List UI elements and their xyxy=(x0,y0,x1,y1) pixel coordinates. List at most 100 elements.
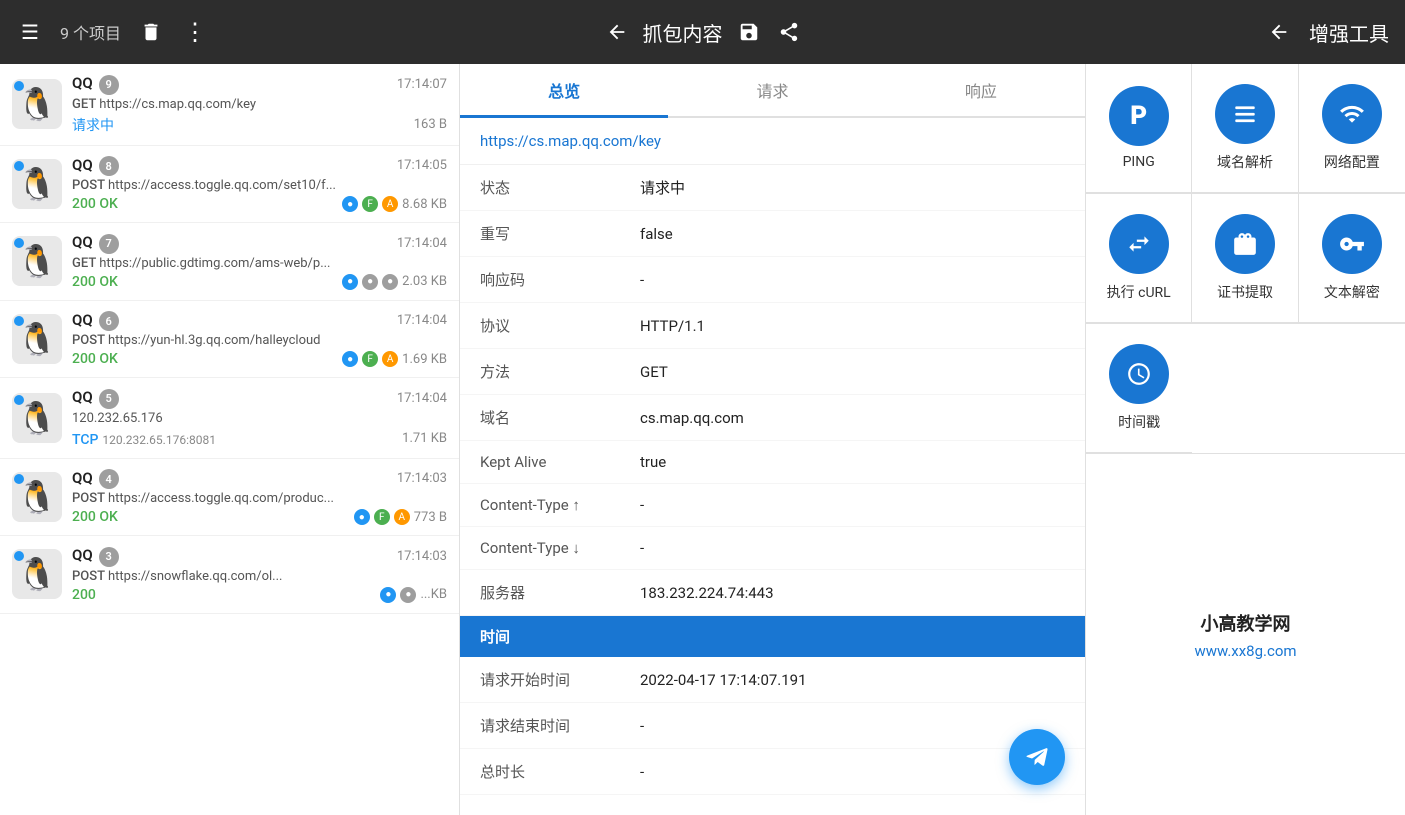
field-value: - xyxy=(640,539,1065,557)
field-label: Kept Alive xyxy=(480,453,640,471)
field-row: 重写false xyxy=(460,211,1085,257)
packet-url: POST https://access.toggle.qq.com/produc… xyxy=(72,491,447,506)
packet-meta: 1.71 KB xyxy=(402,431,447,446)
dns-icon xyxy=(1215,84,1275,144)
packet-size: 8.68 KB xyxy=(402,197,447,212)
tool-curl[interactable]: 执行 cURL xyxy=(1086,194,1192,323)
avatar: 🐧 xyxy=(12,79,62,129)
tool-dns[interactable]: 域名解析 xyxy=(1192,64,1298,193)
meta-icon: ● xyxy=(342,351,358,367)
app-name: QQ3 xyxy=(72,546,119,567)
packet-meta: ●●...KB xyxy=(380,587,447,603)
right-panel: 总览 请求 响应 https://cs.map.qq.com/key 状态请求中… xyxy=(460,64,1405,815)
status-badge: 200 OK xyxy=(72,351,118,367)
packet-meta: ●FA8.68 KB xyxy=(342,196,447,212)
list-item[interactable]: 🐧QQ717:14:04GET https://public.gdtimg.co… xyxy=(0,223,459,301)
list-item[interactable]: 🐧QQ417:14:03POST https://access.toggle.q… xyxy=(0,459,459,537)
list-item[interactable]: 🐧QQ317:14:03POST https://snowflake.qq.co… xyxy=(0,536,459,614)
field-row: Kept Alivetrue xyxy=(460,441,1085,484)
list-item[interactable]: 🐧QQ517:14:04120.232.65.176TCP 120.232.65… xyxy=(0,378,459,459)
tab-response[interactable]: 响应 xyxy=(877,64,1085,116)
meta-icon: F xyxy=(374,509,390,525)
curl-label: 执行 cURL xyxy=(1107,282,1171,302)
time-icon xyxy=(1109,344,1169,404)
app-name: QQ4 xyxy=(72,469,119,490)
tab-request[interactable]: 请求 xyxy=(668,64,876,116)
main-content: 🐧QQ917:14:07GET https://cs.map.qq.com/ke… xyxy=(0,64,1405,815)
topbar-title: 抓包内容 xyxy=(643,18,723,47)
meta-icon: ● xyxy=(362,274,378,290)
packet-time: 17:14:04 xyxy=(397,236,447,251)
tabs: 总览 请求 响应 xyxy=(460,64,1085,118)
meta-icon: ● xyxy=(380,587,396,603)
tool-ping[interactable]: P PING xyxy=(1086,64,1192,193)
status-badge: 请求中 xyxy=(72,115,114,135)
avatar: 🐧 xyxy=(12,549,62,599)
packet-info: QQ617:14:04POST https://yun-hl.3g.qq.com… xyxy=(72,311,447,368)
field-label: 状态 xyxy=(480,177,640,198)
meta-icon: ● xyxy=(342,274,358,290)
curl-icon xyxy=(1109,214,1169,274)
tool-decode[interactable]: 文本解密 xyxy=(1299,194,1405,323)
status-row: 200 OK●FA773 B xyxy=(72,509,447,525)
tab-overview[interactable]: 总览 xyxy=(460,64,668,116)
dns-label: 域名解析 xyxy=(1217,152,1273,172)
packet-meta: ●●●2.03 KB xyxy=(342,274,447,290)
decode-icon xyxy=(1322,214,1382,274)
status-badge: 200 OK xyxy=(72,274,118,290)
field-label: 服务器 xyxy=(480,582,640,603)
field-value: true xyxy=(640,453,1065,471)
field-row: 域名cs.map.qq.com xyxy=(460,395,1085,441)
field-label: 方法 xyxy=(480,361,640,382)
status-row: 200 OK●FA1.69 KB xyxy=(72,351,447,367)
packet-list: 🐧QQ917:14:07GET https://cs.map.qq.com/ke… xyxy=(0,64,460,815)
topbar-right: 增强工具 xyxy=(931,18,1389,47)
network-icon xyxy=(1322,84,1382,144)
telegram-button[interactable] xyxy=(1009,729,1065,785)
tool-network[interactable]: 网络配置 xyxy=(1299,64,1405,193)
packet-size: 163 B xyxy=(414,117,447,132)
list-item[interactable]: 🐧QQ917:14:07GET https://cs.map.qq.com/ke… xyxy=(0,64,459,146)
menu-icon[interactable]: ☰ xyxy=(16,18,44,46)
status-badge: 200 xyxy=(72,587,96,603)
back-icon[interactable] xyxy=(603,18,631,46)
meta-icon: A xyxy=(394,509,410,525)
packet-info: QQ417:14:03POST https://access.toggle.qq… xyxy=(72,469,447,526)
packet-size: 1.71 KB xyxy=(402,431,447,446)
delete-icon[interactable] xyxy=(137,18,165,46)
field-value: - xyxy=(640,271,1065,289)
app-name: QQ8 xyxy=(72,156,119,177)
detail-url: https://cs.map.qq.com/key xyxy=(460,118,1085,165)
meta-icon: A xyxy=(382,196,398,212)
field-row: 请求开始时间2022-04-17 17:14:07.191 xyxy=(460,657,1085,703)
share-icon[interactable] xyxy=(775,18,803,46)
field-value: GET xyxy=(640,363,1065,381)
packet-size: 773 B xyxy=(414,510,447,525)
packet-url: POST https://yun-hl.3g.qq.com/halleyclou… xyxy=(72,333,447,348)
field-label: 重写 xyxy=(480,223,640,244)
field-label: Content-Type ↑ xyxy=(480,496,640,514)
tool-time[interactable]: 时间戳 xyxy=(1086,324,1192,453)
save-icon[interactable] xyxy=(735,18,763,46)
more-icon[interactable]: ⋮ xyxy=(181,18,209,46)
tool-cert[interactable]: 证书提取 xyxy=(1192,194,1298,323)
list-item[interactable]: 🐧QQ617:14:04POST https://yun-hl.3g.qq.co… xyxy=(0,301,459,379)
packet-url: POST https://access.toggle.qq.com/set10/… xyxy=(72,178,447,193)
promo-title: 小高教学网 xyxy=(1201,610,1291,636)
time-label: 时间戳 xyxy=(1118,412,1160,432)
meta-icon: F xyxy=(362,196,378,212)
back2-icon[interactable] xyxy=(1265,18,1293,46)
field-row: Content-Type ↓- xyxy=(460,527,1085,570)
meta-icon: F xyxy=(362,351,378,367)
status-row: 200 OK●FA8.68 KB xyxy=(72,196,447,212)
topbar-left: ☰ 9 个项目 ⋮ xyxy=(16,18,474,46)
avatar: 🐧 xyxy=(12,236,62,286)
list-item[interactable]: 🐧QQ817:14:05POST https://access.toggle.q… xyxy=(0,146,459,224)
field-row: 总时长- xyxy=(460,749,1085,795)
cert-icon xyxy=(1215,214,1275,274)
packet-url: GET https://cs.map.qq.com/key xyxy=(72,97,447,112)
packet-size: ...KB xyxy=(420,587,447,602)
packet-info: QQ817:14:05POST https://access.toggle.qq… xyxy=(72,156,447,213)
status-badge: 200 OK xyxy=(72,509,118,525)
field-row: 请求结束时间- xyxy=(460,703,1085,749)
